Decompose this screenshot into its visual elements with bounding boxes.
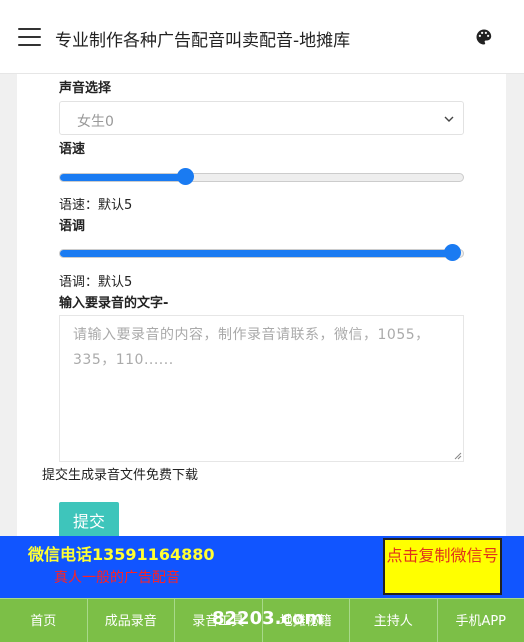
pitch-label: 语调: [59, 219, 86, 234]
top-bar: 专业制作各种广告配音叫卖配音-地摊库: [0, 0, 524, 74]
contact-banner: 微信电话13591164880 真人一般的广告配音 点击复制微信号: [0, 536, 524, 598]
site-watermark: 82203.com: [212, 608, 324, 629]
pitch-status: 语调：默认5: [59, 275, 133, 290]
resize-grip-icon[interactable]: [454, 452, 462, 460]
nav-item-host[interactable]: 主持人: [350, 598, 438, 642]
phone-number[interactable]: 13591164880: [92, 545, 214, 564]
record-text-placeholder: 请输入要录音的内容，制作录音请联系，微信，1055，335，110......: [73, 327, 430, 368]
chevron-down-icon: [444, 116, 454, 122]
download-note: 提交生成录音文件免费下载: [42, 468, 199, 483]
speed-fill: [60, 174, 185, 181]
pitch-fill: [60, 250, 451, 257]
text-label: 输入要录音的文字-: [59, 296, 169, 311]
nav-item-recordings[interactable]: 成品录音: [87, 598, 175, 642]
nav-item-app[interactable]: 手机APP: [437, 598, 524, 642]
voice-label: 声音选择: [59, 81, 112, 96]
pitch-thumb[interactable]: [443, 244, 461, 261]
palette-icon[interactable]: [475, 28, 493, 46]
speed-thumb[interactable]: [176, 168, 194, 185]
pitch-slider[interactable]: [59, 243, 464, 263]
hamburger-icon[interactable]: [18, 28, 41, 46]
speed-slider[interactable]: [59, 167, 464, 187]
banner-slogan: 真人一般的广告配音: [54, 570, 180, 586]
copy-wechat-button[interactable]: 点击复制微信号: [383, 538, 502, 595]
speed-status: 语速：默认5: [59, 198, 133, 213]
phone-label: 微信电话: [28, 545, 93, 564]
phone-line: 微信电话13591164880: [28, 541, 214, 565]
page-title: 专业制作各种广告配音叫卖配音-地摊库: [55, 31, 351, 51]
pitch-track: [59, 249, 464, 258]
voice-select-value: 女生0: [77, 114, 114, 130]
voice-select[interactable]: 女生0: [59, 101, 464, 135]
speed-track: [59, 173, 464, 182]
nav-item-home[interactable]: 首页: [0, 598, 88, 642]
record-text-input[interactable]: 请输入要录音的内容，制作录音请联系，微信，1055，335，110......: [59, 315, 464, 462]
speed-label: 语速: [59, 142, 86, 157]
